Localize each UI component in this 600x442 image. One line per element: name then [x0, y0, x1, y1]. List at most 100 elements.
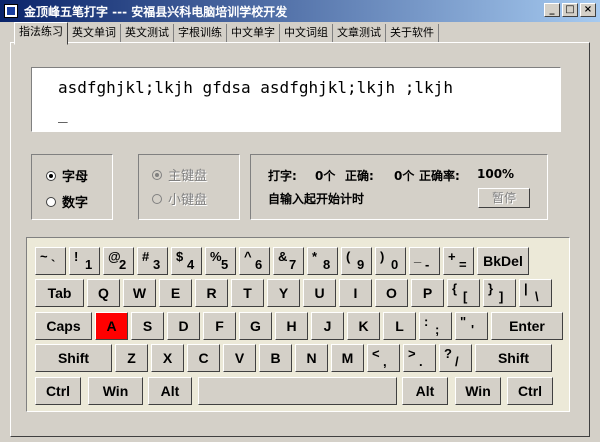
radio-letters[interactable] — [46, 170, 56, 181]
key-r[interactable]: R — [195, 279, 228, 307]
key-sym-1-12[interactable]: }] — [483, 279, 516, 307]
key-e[interactable]: E — [159, 279, 192, 307]
key-j[interactable]: J — [311, 312, 344, 340]
key-sym-1-13[interactable]: | \ — [519, 279, 552, 307]
key-caps[interactable]: Caps — [35, 312, 92, 340]
radio-digits[interactable] — [46, 196, 56, 207]
key-sym-0-11[interactable]: _ - — [409, 247, 440, 275]
tab-chinese-phrases[interactable]: 中文词组 — [280, 24, 333, 43]
key-v[interactable]: V — [223, 344, 256, 372]
key-label: Win — [465, 383, 491, 399]
key-shift-char: | — [524, 281, 528, 296]
key-label: W — [132, 285, 147, 301]
key-label: L — [395, 318, 404, 334]
key-sym-1-11[interactable]: {[ — [447, 279, 480, 307]
mode-letters-option[interactable]: 字母 — [46, 166, 88, 185]
key-win[interactable]: Win — [88, 377, 143, 405]
key-m[interactable]: M — [331, 344, 364, 372]
key-sym-0-7[interactable]: & 7 — [273, 247, 304, 275]
key-sym-2-11[interactable]: " ' — [455, 312, 488, 340]
minimize-button[interactable]: _ — [544, 3, 560, 17]
key-c[interactable]: C — [187, 344, 220, 372]
key-n[interactable]: N — [295, 344, 328, 372]
key-sym-0-1[interactable]: ! 1 — [69, 247, 100, 275]
key-f[interactable]: F — [203, 312, 236, 340]
key-shift-char: # — [142, 249, 150, 264]
key-q[interactable]: Q — [87, 279, 120, 307]
key-h[interactable]: H — [275, 312, 308, 340]
key-l[interactable]: L — [383, 312, 416, 340]
key-u[interactable]: U — [303, 279, 336, 307]
key-sym-0-3[interactable]: #3 — [137, 247, 168, 275]
text-cursor: _ — [58, 104, 68, 123]
tab-chinese-chars[interactable]: 中文单字 — [227, 24, 280, 43]
key-base-char: 7 — [289, 257, 297, 272]
close-button[interactable]: × — [580, 3, 596, 17]
key-sym-0-10[interactable]: ) 0 — [375, 247, 406, 275]
key-alt[interactable]: Alt — [148, 377, 192, 405]
key-label: H — [286, 318, 297, 334]
key-s[interactable]: S — [131, 312, 164, 340]
key-i[interactable]: I — [339, 279, 372, 307]
key-sym-3-9[interactable]: >. — [403, 344, 436, 372]
tab-about[interactable]: 关于软件 — [386, 24, 439, 43]
key-tab[interactable]: Tab — [35, 279, 84, 307]
tab-finger-practice[interactable]: 指法练习 — [14, 22, 68, 45]
maximize-icon: □ — [565, 4, 575, 15]
key-d[interactable]: D — [167, 312, 200, 340]
mode-digits-option[interactable]: 数字 — [46, 192, 88, 211]
key-x[interactable]: X — [151, 344, 184, 372]
tab-article-test[interactable]: 文章测试 — [333, 24, 386, 43]
key-k[interactable]: K — [347, 312, 380, 340]
key-y[interactable]: Y — [267, 279, 300, 307]
key-sym-0-2[interactable]: @2 — [103, 247, 134, 275]
key-enter[interactable]: Enter — [491, 312, 563, 340]
key-sym-3-8[interactable]: <, — [367, 344, 400, 372]
key-ctrl[interactable]: Ctrl — [35, 377, 81, 405]
key-z[interactable]: Z — [115, 344, 148, 372]
key-base-char: 0 — [391, 257, 399, 272]
key-sym-0-6[interactable]: ^ 6 — [239, 247, 270, 275]
key-alt[interactable]: Alt — [402, 377, 448, 405]
key-shift[interactable]: Shift — [35, 344, 112, 372]
tab-strip: 指法练习 英文单词 英文测试 字根训练 中文单字 中文词组 文章测试 关于软件 — [14, 22, 439, 45]
key-sym-3-10[interactable]: ? / — [439, 344, 472, 372]
key-b[interactable]: B — [259, 344, 292, 372]
key-sym-0-5[interactable]: % 5 — [205, 247, 236, 275]
key-win[interactable]: Win — [455, 377, 501, 405]
key-ctrl[interactable]: Ctrl — [507, 377, 553, 405]
key-shift-char: > — [408, 346, 416, 361]
correct-value: 0个 — [394, 169, 415, 183]
maximize-button[interactable]: □ — [562, 3, 578, 17]
key-sym-2-10[interactable]: :; — [419, 312, 452, 340]
tab-radical-training[interactable]: 字根训练 — [174, 24, 227, 43]
tab-english-test[interactable]: 英文测试 — [121, 24, 174, 43]
key-w[interactable]: W — [123, 279, 156, 307]
key-sym-0-0[interactable]: ~ ` — [35, 247, 66, 275]
key-shift-char: % — [210, 249, 222, 264]
key-base-char: ] — [499, 289, 504, 304]
key-o[interactable]: O — [375, 279, 408, 307]
app-icon[interactable] — [4, 4, 18, 18]
key-sym-0-9[interactable]: (9 — [341, 247, 372, 275]
practice-text-box[interactable]: asdfghjkl;lkjh gfdsa asdfghjkl;lkjh ;lkj… — [31, 67, 561, 132]
key-space[interactable] — [198, 377, 397, 405]
key-a[interactable]: A — [95, 312, 128, 340]
key-p[interactable]: P — [411, 279, 444, 307]
key-bkdel[interactable]: BkDel — [477, 247, 529, 275]
key-shift-char: + — [448, 249, 456, 264]
key-label: V — [234, 350, 245, 366]
key-shift[interactable]: Shift — [475, 344, 552, 372]
key-g[interactable]: G — [239, 312, 272, 340]
key-base-char: 3 — [153, 257, 161, 272]
key-label: Win — [102, 383, 129, 399]
key-base-char: , — [383, 354, 387, 369]
key-t[interactable]: T — [231, 279, 264, 307]
tab-english-words[interactable]: 英文单词 — [68, 24, 121, 43]
key-base-char: ; — [435, 322, 440, 337]
key-shift-char: $ — [176, 249, 184, 264]
key-sym-0-8[interactable]: * 8 — [307, 247, 338, 275]
key-label: Caps — [46, 318, 81, 334]
key-sym-0-12[interactable]: + = — [443, 247, 474, 275]
key-sym-0-4[interactable]: $4 — [171, 247, 202, 275]
